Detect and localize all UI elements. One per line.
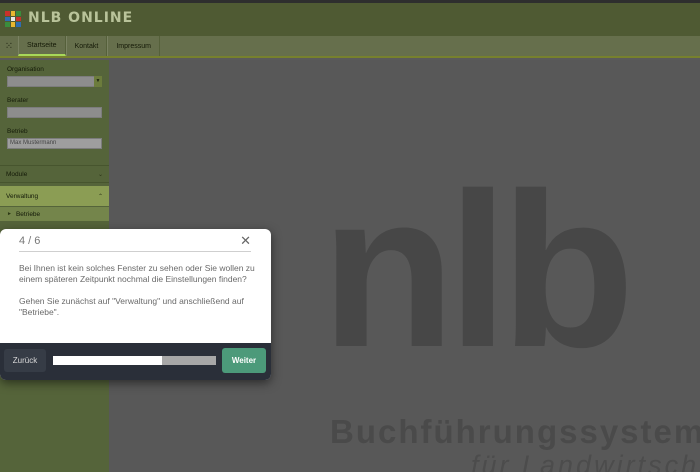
logo-square bbox=[16, 11, 21, 16]
sidebar-item-label: Module bbox=[6, 170, 28, 178]
betrieb-field[interactable]: Max Mustermann bbox=[7, 138, 102, 149]
sidebar-item-module[interactable]: Module ⌄ bbox=[0, 165, 109, 183]
tab-kontakt[interactable]: Kontakt bbox=[65, 36, 108, 56]
organisation-label: Organisation bbox=[7, 66, 44, 73]
top-navigation: ⁙ Startseite Kontakt Impressum bbox=[0, 36, 700, 58]
progress-fill bbox=[53, 356, 163, 365]
logo-square bbox=[16, 16, 21, 22]
tab-startseite[interactable]: Startseite bbox=[18, 36, 66, 56]
logo-square bbox=[5, 11, 10, 16]
divider bbox=[19, 251, 251, 252]
dialog-text: Bei Ihnen ist kein solches Fenster zu se… bbox=[19, 263, 255, 284]
sidebar-item-label: Betriebe bbox=[15, 210, 41, 218]
app-title: NLB ONLINE bbox=[28, 10, 134, 26]
dialog-footer: Zurück Weiter bbox=[0, 343, 271, 380]
organisation-select[interactable]: ▼ bbox=[7, 76, 102, 87]
sidebar-item-betriebe[interactable]: ► Betriebe bbox=[0, 207, 109, 221]
berater-label: Berater bbox=[7, 97, 29, 104]
tour-dialog: 4 / 6 ✕ Bei Ihnen ist kein solches Fenst… bbox=[0, 229, 271, 380]
sidebar-item-label: Verwaltung bbox=[6, 192, 39, 200]
logo-square bbox=[16, 22, 21, 27]
logo-square bbox=[10, 22, 16, 27]
sidebar-item-verwaltung[interactable]: Verwaltung ⌃ bbox=[0, 186, 109, 206]
app-header: NLB ONLINE bbox=[0, 0, 700, 36]
progress-bar bbox=[53, 356, 216, 365]
close-icon[interactable]: ✕ bbox=[240, 233, 251, 249]
logo-square bbox=[5, 16, 10, 22]
betrieb-label: Betrieb bbox=[7, 128, 28, 135]
dialog-text: Gehen Sie zunächst auf "Verwaltung" und … bbox=[19, 296, 244, 317]
step-counter: 4 / 6 bbox=[19, 235, 41, 247]
logo-tagline-line1: Buchführungssystem bbox=[330, 413, 700, 450]
logo-tagline-line2: für Landwirtsch bbox=[471, 450, 700, 472]
logo-square bbox=[10, 16, 16, 22]
chevron-double-down-icon: ⌄ bbox=[97, 171, 103, 178]
chevron-down-icon[interactable]: ▼ bbox=[94, 76, 102, 87]
logo-square bbox=[5, 22, 10, 27]
berater-field[interactable] bbox=[7, 107, 102, 118]
tab-impressum[interactable]: Impressum bbox=[107, 36, 160, 56]
arrow-right-icon: ► bbox=[7, 211, 12, 217]
next-button[interactable]: Weiter bbox=[222, 348, 266, 373]
chevron-double-up-icon: ⌃ bbox=[97, 193, 103, 200]
app-logo-icon bbox=[5, 11, 21, 27]
menu-grid-icon[interactable]: ⁙ bbox=[0, 36, 18, 56]
logo-square bbox=[10, 11, 16, 16]
back-button[interactable]: Zurück bbox=[4, 349, 46, 372]
dialog-body: Bei Ihnen ist kein solches Fenster zu se… bbox=[19, 263, 259, 329]
nlb-logo: nlb bbox=[321, 147, 635, 393]
